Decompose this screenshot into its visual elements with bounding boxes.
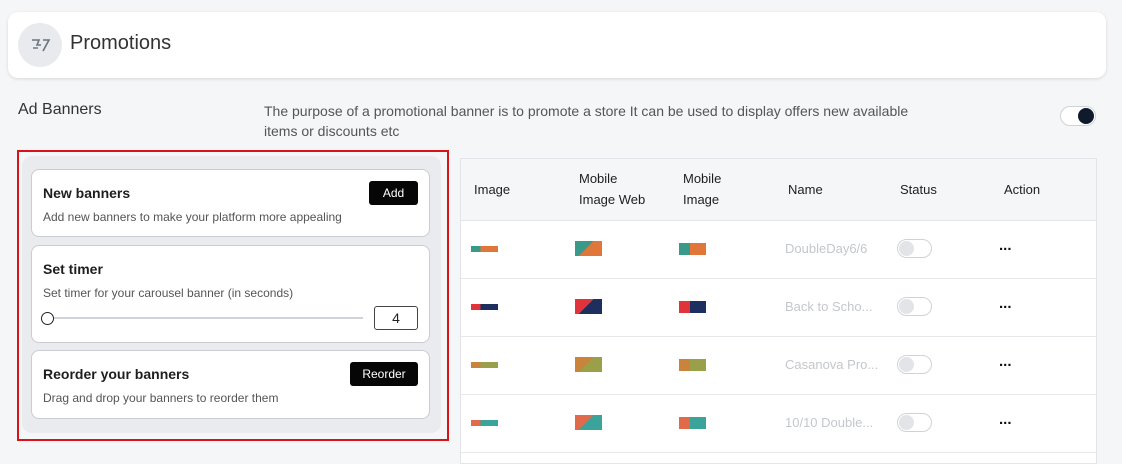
reorder-description: Drag and drop your banners to reorder th… bbox=[43, 391, 279, 405]
set-timer-title: Set timer bbox=[43, 261, 103, 277]
banner-status-toggle[interactable] bbox=[897, 239, 932, 258]
row-actions-button[interactable]: ... bbox=[999, 237, 1012, 254]
banner-mobile-image-thumbnail[interactable] bbox=[679, 359, 706, 371]
col-mobile-web-line1: Mobile bbox=[579, 171, 618, 186]
toggle-knob bbox=[1078, 108, 1094, 124]
banner-settings-panel: New banners Add new banners to make your… bbox=[22, 156, 441, 433]
table-header: Image Mobile Image Web Mobile Image Name… bbox=[461, 159, 1096, 221]
col-action: Action bbox=[1004, 182, 1041, 197]
banner-name: Casanova Pro... bbox=[785, 357, 879, 372]
banner-mobile-web-thumbnail[interactable] bbox=[575, 415, 602, 430]
banner-image-thumbnail[interactable] bbox=[471, 246, 498, 252]
banner-status-toggle[interactable] bbox=[897, 297, 932, 316]
row-actions-button[interactable]: ... bbox=[999, 295, 1012, 312]
reorder-card: Reorder your banners Drag and drop your … bbox=[31, 350, 430, 419]
toggle-knob bbox=[899, 357, 914, 372]
reorder-button[interactable]: Reorder bbox=[350, 362, 418, 386]
reorder-title: Reorder your banners bbox=[43, 366, 190, 382]
section-label: Ad Banners bbox=[18, 101, 102, 118]
new-banners-description: Add new banners to make your platform mo… bbox=[43, 210, 342, 224]
timer-slider-track[interactable] bbox=[43, 317, 363, 319]
row-actions-button[interactable]: ... bbox=[999, 411, 1012, 428]
table-row[interactable]: 10/10 Double...... bbox=[461, 395, 1096, 453]
banner-image-thumbnail[interactable] bbox=[471, 420, 498, 426]
col-image: Image bbox=[474, 182, 511, 197]
banner-mobile-web-thumbnail[interactable] bbox=[575, 299, 602, 314]
banner-mobile-web-thumbnail[interactable] bbox=[575, 241, 602, 256]
banner-name: 10/10 Double... bbox=[785, 415, 874, 430]
banner-mobile-image-thumbnail[interactable] bbox=[679, 417, 706, 429]
banner-status-toggle[interactable] bbox=[897, 413, 932, 432]
toggle-knob bbox=[899, 241, 914, 256]
toggle-knob bbox=[899, 415, 914, 430]
promo-tag-icon bbox=[18, 23, 62, 67]
col-name: Name bbox=[788, 182, 823, 197]
banner-mobile-image-thumbnail[interactable] bbox=[679, 301, 706, 313]
add-banner-button[interactable]: Add bbox=[369, 181, 418, 205]
set-timer-card: Set timer Set timer for your carousel ba… bbox=[31, 245, 430, 343]
ad-banners-toggle[interactable] bbox=[1060, 106, 1096, 126]
table-row[interactable]: Casanova Pro...... bbox=[461, 337, 1096, 395]
col-mobile-web-line2: Image Web bbox=[579, 192, 646, 207]
timer-input[interactable]: 4 bbox=[374, 306, 418, 330]
timer-slider-thumb[interactable] bbox=[41, 312, 54, 325]
new-banners-title: New banners bbox=[43, 185, 131, 201]
toggle-knob bbox=[899, 299, 914, 314]
banner-name: Back to Scho... bbox=[785, 299, 873, 314]
banner-status-toggle[interactable] bbox=[897, 355, 932, 374]
table-row[interactable]: DoubleDay6/6... bbox=[461, 221, 1096, 279]
banners-table: Image Mobile Image Web Mobile Image Name… bbox=[460, 158, 1097, 464]
table-row[interactable]: Back to Scho...... bbox=[461, 279, 1096, 337]
col-mobile-image-line1: Mobile bbox=[683, 171, 722, 186]
section-description: The purpose of a promotional banner is t… bbox=[264, 103, 909, 139]
col-status: Status bbox=[900, 182, 937, 197]
page-header: Promotions bbox=[8, 12, 1106, 78]
banner-mobile-web-thumbnail[interactable] bbox=[575, 357, 602, 372]
row-actions-button[interactable]: ... bbox=[999, 353, 1012, 370]
banner-image-thumbnail[interactable] bbox=[471, 362, 498, 368]
banner-name: DoubleDay6/6 bbox=[785, 241, 868, 256]
banner-mobile-image-thumbnail[interactable] bbox=[679, 243, 706, 255]
page-title: Promotions bbox=[70, 32, 172, 54]
banner-image-thumbnail[interactable] bbox=[471, 304, 498, 310]
new-banners-card: New banners Add new banners to make your… bbox=[31, 169, 430, 237]
col-mobile-image-line2: Image bbox=[683, 192, 720, 207]
set-timer-description: Set timer for your carousel banner (in s… bbox=[43, 286, 294, 300]
